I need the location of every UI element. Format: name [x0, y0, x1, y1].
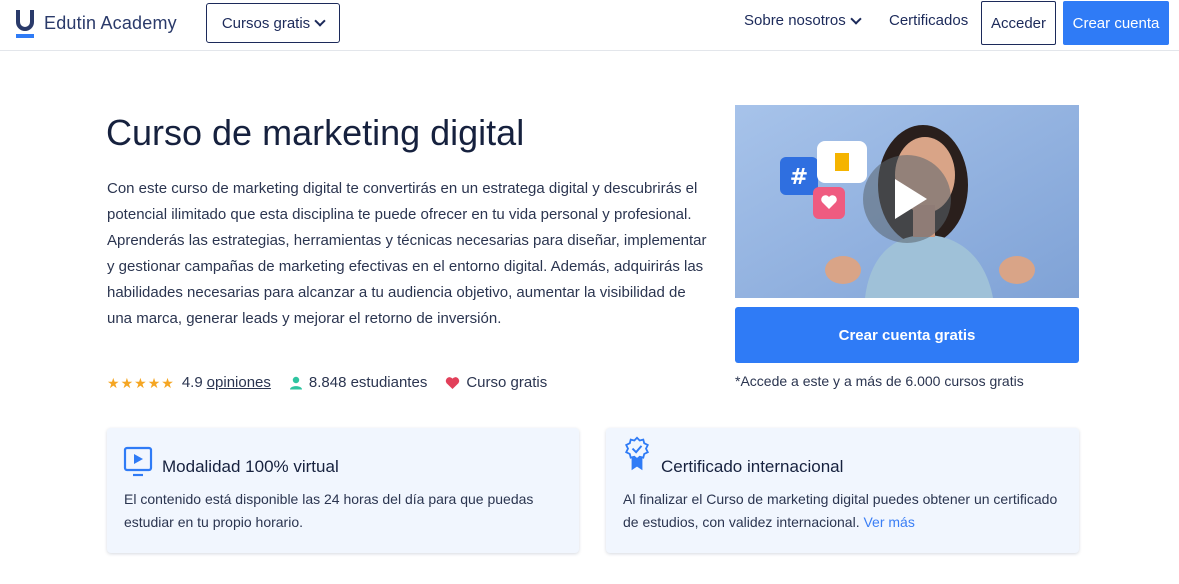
students-count: 8.848 estudiantes — [289, 374, 427, 391]
free-course-tag: Curso gratis — [445, 374, 547, 391]
about-us-label: Sobre nosotros — [744, 12, 846, 29]
course-video-player[interactable]: # — [735, 105, 1079, 298]
signup-button[interactable]: Crear cuenta — [1063, 1, 1169, 45]
certificates-link[interactable]: Certificados — [889, 12, 968, 29]
free-course-label: Curso gratis — [466, 374, 548, 391]
svg-text:#: # — [790, 165, 808, 190]
chevron-down-icon — [850, 12, 862, 25]
heart-icon — [446, 376, 460, 389]
login-button[interactable]: Acceder — [981, 1, 1056, 45]
star-icon: ★ — [134, 374, 147, 391]
rating-value: 4.9 — [181, 374, 203, 391]
student-icon — [289, 376, 302, 389]
chevron-down-icon — [314, 15, 326, 27]
brand-logo[interactable]: Edutin Academy — [16, 8, 177, 38]
star-icon: ★ — [161, 374, 174, 391]
about-us-menu[interactable]: Sobre nosotros — [744, 12, 862, 29]
modality-title: Modalidad 100% virtual — [162, 457, 339, 476]
rating-stars: ★ ★ ★ ★ ★ — [107, 376, 174, 390]
certificate-text: Al finalizar el Curso de marketing digit… — [623, 488, 1068, 534]
play-icon[interactable] — [861, 153, 953, 245]
top-navbar: Edutin Academy Cursos gratis Sobre nosot… — [0, 0, 1179, 51]
course-meta: ★ ★ ★ ★ ★ 4.9 opiniones 8.848 estudiante… — [107, 374, 565, 391]
star-icon: ★ — [107, 374, 120, 391]
monitor-play-icon — [123, 446, 153, 477]
feature-card-modality: Modalidad 100% virtual El contenido está… — [107, 428, 579, 553]
opinions-link[interactable]: opiniones — [207, 374, 271, 391]
star-icon: ★ — [120, 374, 134, 391]
students-label: 8.848 estudiantes — [308, 374, 428, 391]
free-courses-dropdown[interactable]: Cursos gratis — [206, 3, 340, 43]
page-title: Curso de marketing digital — [106, 112, 525, 153]
cta-note: *Accede a este y a más de 6.000 cursos g… — [735, 373, 1024, 389]
see-more-link[interactable]: Ver más — [863, 514, 914, 530]
feature-card-certificate: Certificado internacional Al finalizar e… — [606, 428, 1079, 553]
free-courses-label: Cursos gratis — [221, 14, 311, 32]
certificate-badge-icon — [624, 436, 650, 471]
edutin-logo-icon — [16, 10, 34, 38]
brand-name: Edutin Academy — [44, 12, 177, 33]
course-description: Con este curso de marketing digital te c… — [107, 180, 707, 327]
certificate-title: Certificado internacional — [661, 457, 844, 476]
certificate-text-body: Al finalizar el Curso de marketing digit… — [623, 491, 1058, 530]
star-icon: ★ — [147, 374, 161, 391]
create-free-account-button[interactable]: Crear cuenta gratis — [735, 307, 1079, 363]
modality-text: El contenido está disponible las 24 hora… — [124, 491, 534, 530]
